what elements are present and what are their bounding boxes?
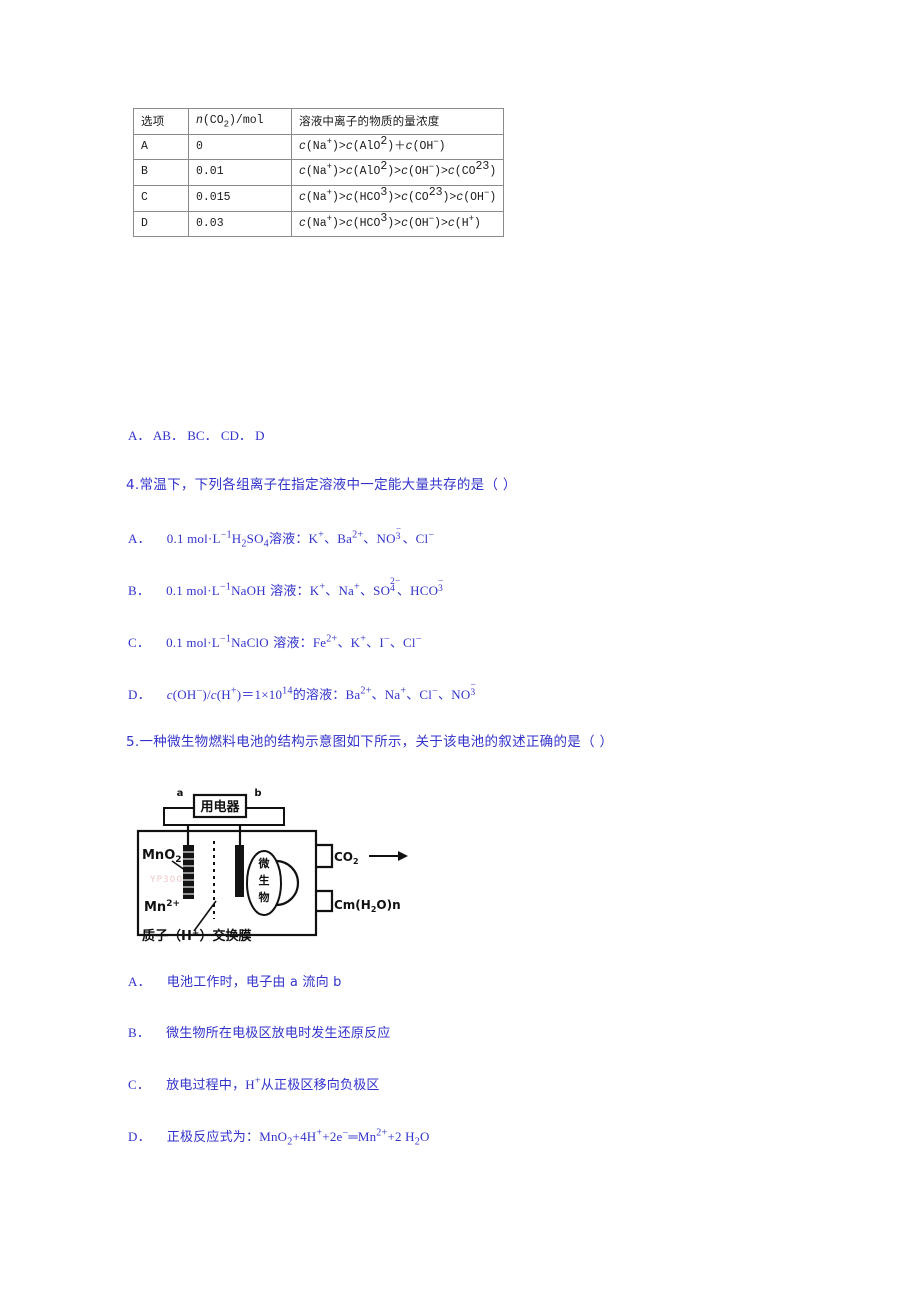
table-row: B 0.01 c(Na+)>c(AlO2)>c(OH−)>c(CO23) — [133, 159, 505, 187]
row-n-b: 0.01 — [188, 159, 292, 187]
row-conc-b: c(Na+)>c(AlO2)>c(OH−)>c(CO23) — [290, 159, 505, 187]
q5-option-b: B． 微生物所在电极区放电时发生还原反应 — [128, 1022, 390, 1041]
table-row: A 0 c(Na+)>c(AlO2)＋c(OH−) — [133, 133, 505, 161]
terminal-a-label: a — [177, 788, 184, 799]
cathode-electrode — [183, 845, 194, 899]
q4-option-c-label: C． — [128, 635, 151, 650]
row-option-d: D — [133, 210, 189, 238]
q4-option-c: C． 0.1 mol·L−1NaClO 溶液：Fe2+、K+、I−、Cl− — [128, 633, 422, 651]
q5-option-a: A． 电池工作时，电子由 a 流向 b — [128, 971, 342, 990]
q4-option-a-label: A． — [128, 531, 151, 546]
row-conc-a: c(Na+)>c(AlO2)＋c(OH−) — [290, 133, 505, 161]
table-header-row: 选项 n(CO2)/mol 溶液中离子的物质的量浓度 — [133, 108, 505, 135]
row-n-d: 0.03 — [188, 210, 292, 238]
terminal-b-label: b — [254, 788, 261, 799]
membrane-label: 质子（H+）交换膜 — [142, 928, 251, 943]
anode-electrode — [235, 845, 244, 897]
table-header-n: n(CO2)/mol — [188, 108, 292, 135]
cathode-product-label: Mn2+ — [144, 899, 180, 915]
q4-option-b: B． 0.1 mol·L−1NaOH 溶液：K+、Na+、SO 2− 4 、HCO −3 — [128, 577, 444, 599]
cathode-label: MnO2 — [142, 848, 182, 865]
q5-option-a-text: 电池工作时，电子由 a 流向 b — [166, 975, 342, 990]
q4-option-b-label: B． — [128, 583, 151, 598]
load-device-label: 用电器 — [199, 799, 240, 815]
gas-out-arrow — [369, 851, 408, 861]
q5-option-d: D． 正极反应式为：MnO2+4H++2e−═Mn2++2 H2O — [128, 1127, 430, 1148]
gas-out-label: CO2 — [334, 850, 359, 866]
row-conc-d: c(Na+)>c(HCO3)>c(OH−)>c(H+) — [290, 210, 505, 238]
row-option-c: C — [133, 185, 189, 212]
exam-page: 选项 n(CO2)/mol 溶液中离子的物质的量浓度 A 0 c(Na+)>c(… — [0, 0, 920, 1302]
table-row: C 0.015 c(Na+)>c(HCO3)>c(CO23)>c(OH−) — [133, 185, 505, 212]
q5-option-b-text: 微生物所在电极区放电时发生还原反应 — [166, 1026, 391, 1041]
table-header-option: 选项 — [133, 108, 189, 135]
microbial-fuel-cell-diagram: 用电器 a b 微 生 物 MnO2 Mn2+ CO2 Cm(H2O)n 质子（… — [136, 783, 436, 943]
table-header-concentration: 溶液中离子的物质的量浓度 — [290, 108, 505, 135]
q5-option-c-label: C． — [128, 1077, 151, 1092]
microbe-label-char-1: 微 — [258, 856, 271, 870]
question-4-stem: 4.常温下，下列各组离子在指定溶液中一定能大量共存的是（ ） — [126, 477, 517, 493]
q4-option-a: A． 0.1 mol·L−1H2SO4溶液：K+、Ba2+、NO −3 、Cl− — [128, 525, 435, 550]
answer-choices-row: A． AB． BC． CD． D — [128, 428, 265, 443]
microbe-label-char-2: 生 — [259, 873, 270, 887]
table-row: D 0.03 c(Na+)>c(HCO3)>c(OH−)>c(H+) — [133, 210, 505, 238]
microbe-label-char-3: 物 — [259, 890, 270, 904]
options-table: 选项 n(CO2)/mol 溶液中离子的物质的量浓度 A 0 c(Na+)>c(… — [133, 108, 505, 238]
question-5-stem: 5.一种微生物燃料电池的结构示意图如下所示，关于该电池的叙述正确的是（ ） — [126, 734, 614, 750]
row-option-b: B — [133, 159, 189, 187]
fuel-in-label: Cm(H2O)n — [334, 898, 401, 914]
row-n-c: 0.015 — [188, 185, 292, 212]
q5-option-d-label: D． — [128, 1129, 151, 1144]
q4-option-d-label: D． — [128, 687, 151, 702]
row-option-a: A — [133, 133, 189, 161]
q5-option-b-label: B． — [128, 1025, 151, 1040]
row-n-a: 0 — [188, 133, 292, 161]
row-conc-c: c(Na+)>c(HCO3)>c(CO23)>c(OH−) — [290, 185, 505, 212]
q5-option-a-label: A． — [128, 974, 151, 989]
q5-option-c: C． 放电过程中，H+从正极区移向负极区 — [128, 1075, 380, 1093]
q4-option-d: D． c(OH−)/c(H+)＝1×1014的溶液：Ba2+、Na+、Cl−、NO… — [128, 681, 476, 703]
